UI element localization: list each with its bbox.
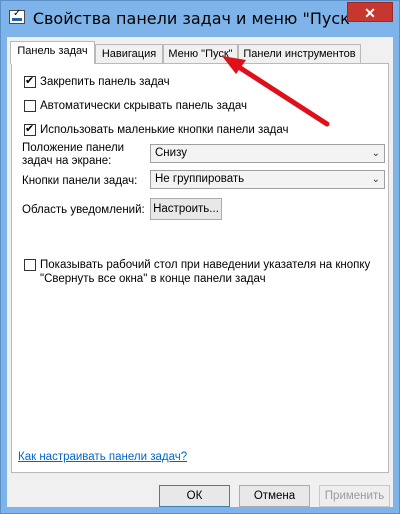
chevron-down-icon: ⌄ [371, 148, 380, 159]
notification-area-label: Область уведомлений: [22, 204, 145, 216]
ok-button[interactable]: ОК [159, 485, 230, 507]
auto-hide-option[interactable]: Автоматически скрывать панель задач [24, 98, 247, 114]
lock-taskbar-option[interactable]: Закрепить панель задач [24, 74, 170, 90]
buttons-grouping-label: Кнопки панели задач: [22, 175, 138, 187]
position-select[interactable]: Снизу ⌄ [150, 144, 385, 163]
cancel-button[interactable]: Отмена [239, 485, 310, 507]
tab-navigation[interactable]: Навигация [95, 44, 163, 63]
customize-button[interactable]: Настроить... [150, 198, 222, 220]
auto-hide-label: Автоматически скрывать панель задач [40, 100, 248, 112]
tab-toolbars[interactable]: Панели инструментов [238, 44, 361, 63]
tab-taskbar[interactable]: Панель задач [10, 41, 95, 64]
taskbar-tab-panel: Закрепить панель задач Автоматически скр… [11, 63, 389, 473]
close-button[interactable]: ✕ [347, 2, 393, 22]
small-buttons-checkbox[interactable] [24, 122, 36, 136]
lock-taskbar-label: Закрепить панель задач [40, 76, 170, 88]
tab-strip: Панель задач Навигация Меню "Пуск" Панел… [7, 41, 393, 64]
tab-start-menu[interactable]: Меню "Пуск" [163, 44, 238, 63]
apply-button[interactable]: Применить [319, 485, 390, 507]
peek-option[interactable]: Показывать рабочий стол при наведении ук… [24, 258, 370, 286]
help-link[interactable]: Как настраивать панели задач? [18, 451, 187, 463]
window-title: Свойства панели задач и меню "Пуск" [32, 9, 358, 28]
title-bar[interactable]: Свойства панели задач и меню "Пуск" ✕ [1, 1, 399, 37]
position-label: Положение панели задач на экране: [22, 142, 125, 167]
peek-checkbox[interactable] [24, 259, 36, 271]
small-buttons-label: Использовать маленькие кнопки панели зад… [40, 124, 289, 136]
peek-label: Показывать рабочий стол при наведении ук… [40, 259, 371, 285]
taskbar-properties-window: Свойства панели задач и меню "Пуск" ✕ Па… [0, 0, 400, 514]
small-buttons-option[interactable]: Использовать маленькие кнопки панели зад… [24, 122, 289, 138]
taskbar-properties-icon [9, 8, 25, 24]
buttons-grouping-select[interactable]: Не группировать ⌄ [150, 170, 385, 189]
lock-taskbar-checkbox[interactable] [24, 74, 36, 88]
auto-hide-checkbox[interactable] [24, 100, 36, 112]
chevron-down-icon: ⌄ [371, 174, 380, 185]
dialog-client-area: Панель задач Навигация Меню "Пуск" Панел… [7, 37, 393, 507]
